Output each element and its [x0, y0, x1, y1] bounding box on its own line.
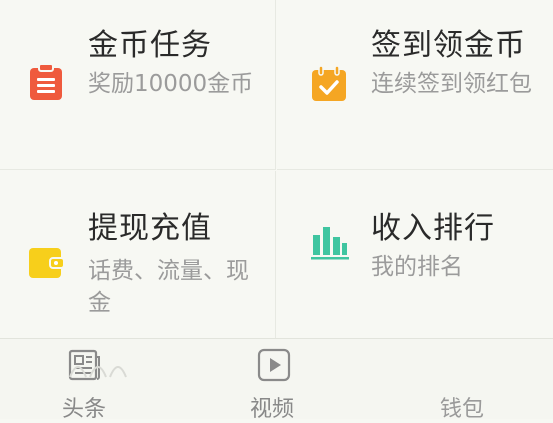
card-income-ranking[interactable]: 收入排行 我的排名: [277, 171, 553, 338]
card-title: 提现充值: [88, 211, 212, 246]
wallet-icon: [29, 248, 65, 278]
calendar-check-icon: [312, 65, 346, 101]
bar-chart-icon: [311, 227, 349, 260]
play-icon: [257, 348, 291, 382]
bottom-tab-bar: 头条 视频 钱包: [0, 338, 553, 422]
card-title: 签到领金币: [371, 28, 526, 63]
card-description: 我的排名: [371, 254, 463, 280]
card-description: 奖励10000金币: [88, 71, 254, 97]
card-checkin-coins[interactable]: 签到领金币 连续签到领红包: [277, 0, 553, 170]
tab-label: 头条: [62, 397, 107, 422]
card-title: 金币任务: [88, 28, 212, 63]
watermark-icon: [69, 366, 127, 378]
card-withdraw-recharge[interactable]: 提现充值 话费、流量、现金: [0, 171, 276, 338]
tab-label: 钱包: [440, 397, 485, 422]
card-title: 收入排行: [371, 211, 495, 246]
tab-video[interactable]: 视频: [184, 339, 368, 422]
card-description: 话费、流量、现金: [88, 258, 249, 316]
feature-grid: 金币任务 奖励10000金币 签到领金币 连续签到领红包 提现充值 话费、流量、…: [0, 0, 553, 338]
tab-label: 视频: [250, 397, 295, 422]
clipboard-icon: [30, 63, 62, 100]
tab-wallet[interactable]: 钱包: [368, 339, 552, 422]
card-description: 连续签到领红包: [371, 71, 532, 97]
card-coin-tasks[interactable]: 金币任务 奖励10000金币: [0, 0, 276, 170]
